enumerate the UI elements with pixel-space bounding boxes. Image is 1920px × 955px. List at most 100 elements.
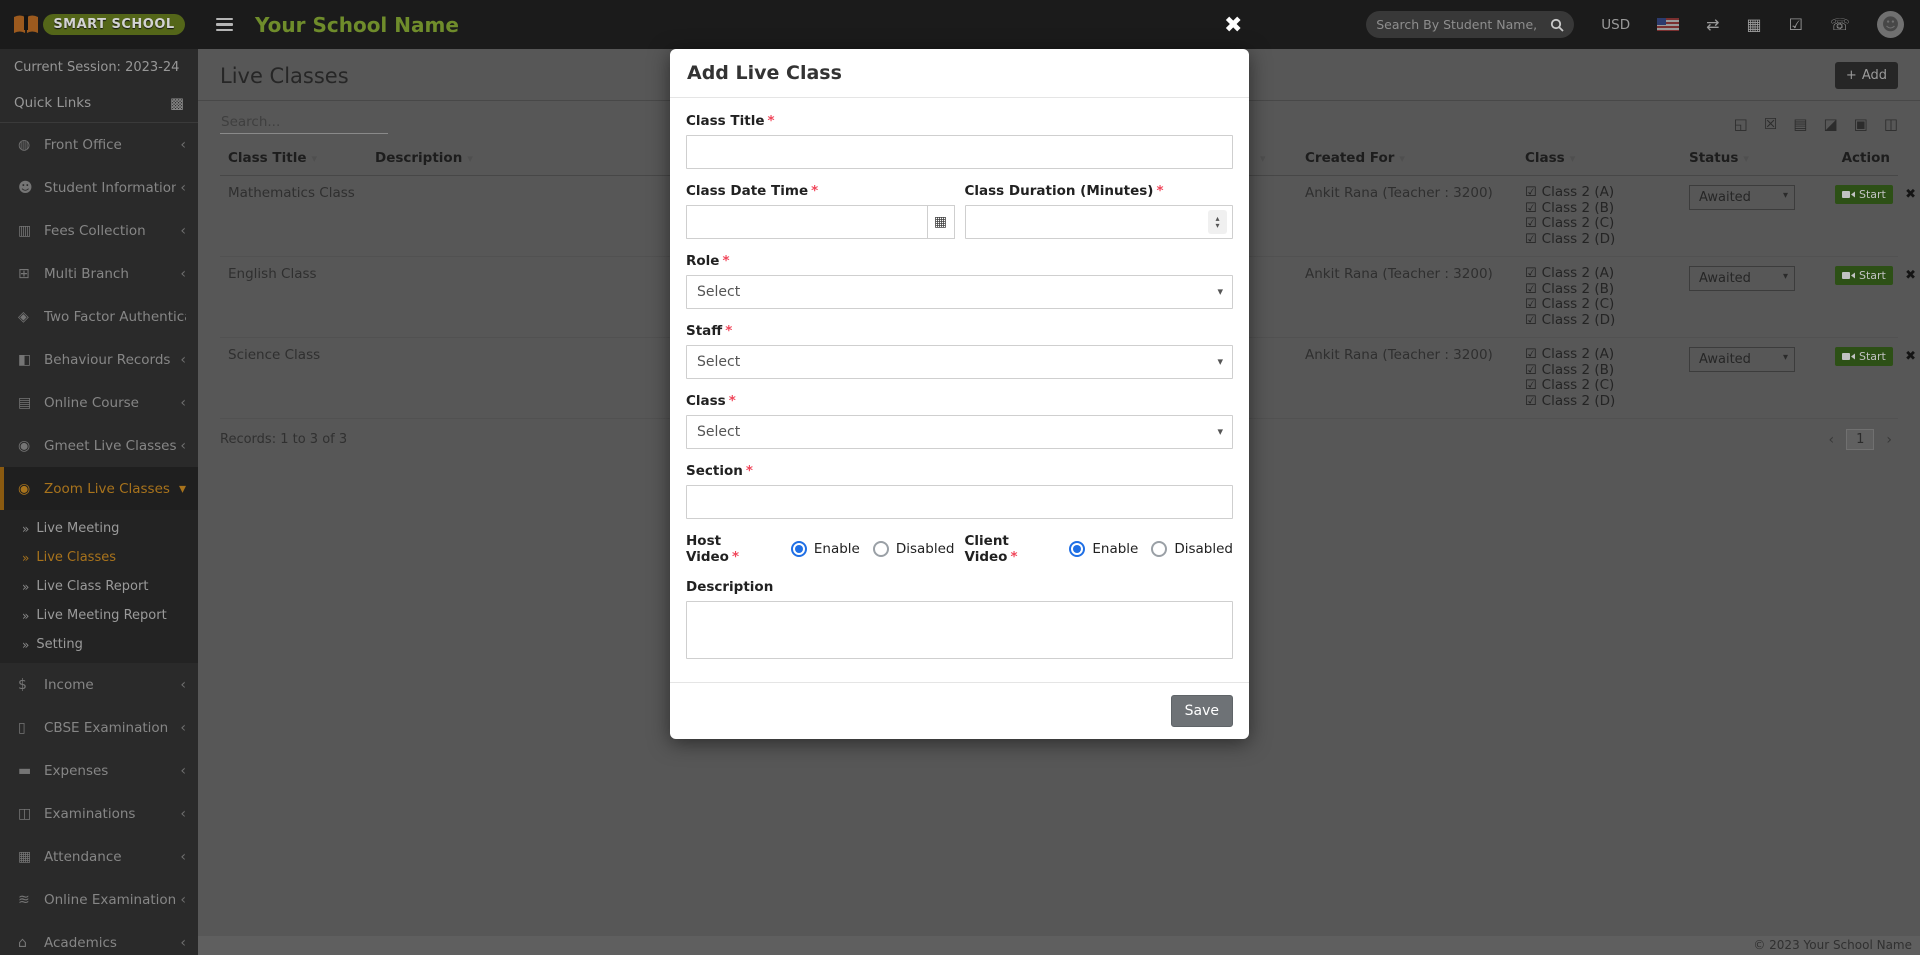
checkbox-checked-icon[interactable]: ☑ bbox=[1525, 201, 1537, 217]
radio-checked-icon[interactable] bbox=[791, 541, 807, 557]
checkbox-checked-icon[interactable]: ☑ bbox=[1525, 232, 1537, 248]
start-button[interactable]: Start bbox=[1835, 185, 1893, 204]
whatsapp-icon[interactable]: ☏ bbox=[1830, 17, 1850, 33]
client-video-disabled-radio[interactable]: Disabled bbox=[1151, 541, 1233, 557]
expenses-icon: ▬ bbox=[18, 763, 44, 779]
grid-icon[interactable]: ▩ bbox=[170, 94, 184, 112]
staff-select[interactable]: Select bbox=[686, 345, 1233, 379]
copy-icon[interactable]: ◱ bbox=[1734, 117, 1748, 132]
client-video-enable-radio[interactable]: Enable bbox=[1069, 541, 1138, 557]
col-status[interactable]: Status▾ bbox=[1681, 142, 1827, 176]
search-icon[interactable] bbox=[1550, 18, 1564, 32]
swap-icon[interactable]: ⇄ bbox=[1706, 17, 1719, 33]
sidebar-item-multi-branch[interactable]: ⊞ Multi Branch ‹ bbox=[0, 252, 198, 295]
checkbox-checked-icon[interactable]: ☑ bbox=[1525, 313, 1537, 329]
next-page-icon[interactable]: › bbox=[1880, 430, 1898, 450]
save-button[interactable]: Save bbox=[1171, 695, 1233, 727]
start-button[interactable]: Start bbox=[1835, 347, 1893, 366]
pdf-icon[interactable]: ◪ bbox=[1823, 117, 1837, 132]
col-created-for[interactable]: Created For▾ bbox=[1297, 142, 1517, 176]
page-number[interactable]: 1 bbox=[1846, 429, 1874, 450]
start-button[interactable]: Start bbox=[1835, 266, 1893, 285]
cell-created-for: Ankit Rana (Teacher : 3200) bbox=[1297, 257, 1517, 338]
sidebar-subitem-live-class-report[interactable]: » Live Class Report bbox=[0, 572, 198, 601]
sidebar-subitem-live-meeting[interactable]: » Live Meeting bbox=[0, 514, 198, 543]
sidebar-item-front-office[interactable]: ◍ Front Office ‹ bbox=[0, 123, 198, 166]
sidebar-item-examinations[interactable]: ◫ Examinations ‹ bbox=[0, 792, 198, 835]
status-select[interactable]: Awaited bbox=[1689, 266, 1795, 291]
print-icon[interactable]: ▣ bbox=[1854, 117, 1868, 132]
add-button[interactable]: + Add bbox=[1835, 62, 1898, 89]
sidebar-item-online-examinations[interactable]: ≋ Online Examinations ‹ bbox=[0, 878, 198, 921]
role-select[interactable]: Select bbox=[686, 275, 1233, 309]
delete-icon[interactable]: ✖ bbox=[1905, 268, 1916, 283]
class-title-input[interactable] bbox=[686, 135, 1233, 169]
sidebar-item-online-course[interactable]: ▤ Online Course ‹ bbox=[0, 381, 198, 424]
radio-unchecked-icon[interactable] bbox=[873, 541, 889, 557]
quick-links[interactable]: Quick Links ▩ bbox=[0, 84, 198, 123]
section-input[interactable] bbox=[686, 485, 1233, 519]
student-search[interactable] bbox=[1366, 11, 1574, 38]
checkbox-checked-icon[interactable]: ☑ bbox=[1525, 297, 1537, 313]
sidebar-item-attendance[interactable]: ▦ Attendance ‹ bbox=[0, 835, 198, 878]
number-spinner[interactable]: ▴▾ bbox=[1208, 210, 1227, 234]
sidebar-item-income[interactable]: $ Income ‹ bbox=[0, 663, 198, 706]
columns-icon[interactable]: ◫ bbox=[1884, 117, 1898, 132]
spinner-down-icon[interactable]: ▾ bbox=[1215, 222, 1219, 229]
sidebar-item-gmeet-live-classes[interactable]: ◉ Gmeet Live Classes ‹ bbox=[0, 424, 198, 467]
student-search-input[interactable] bbox=[1376, 17, 1550, 32]
language-flag-icon[interactable] bbox=[1657, 18, 1679, 31]
class-select[interactable]: Select bbox=[686, 415, 1233, 449]
calendar-icon[interactable]: ▦ bbox=[1747, 17, 1762, 33]
excel-icon[interactable]: ☒ bbox=[1764, 117, 1777, 132]
sidebar-item-zoom-live-classes[interactable]: ◉ Zoom Live Classes ▾ bbox=[0, 467, 198, 510]
radio-unchecked-icon[interactable] bbox=[1151, 541, 1167, 557]
checkbox-checked-icon[interactable]: ☑ bbox=[1525, 216, 1537, 232]
host-video-disabled-radio[interactable]: Disabled bbox=[873, 541, 955, 557]
sidebar-item-academics[interactable]: ⌂ Academics ‹ bbox=[0, 921, 198, 955]
col-class-title[interactable]: Class Title▾ bbox=[220, 142, 367, 176]
col-class[interactable]: Class▾ bbox=[1517, 142, 1681, 176]
sidebar-subitem-live-meeting-report[interactable]: » Live Meeting Report bbox=[0, 601, 198, 630]
prev-page-icon[interactable]: ‹ bbox=[1823, 430, 1841, 450]
cell-classes: ☑Class 2 (A) ☑Class 2 (B) ☑Class 2 (C) ☑… bbox=[1517, 257, 1681, 338]
checkbox-checked-icon[interactable]: ☑ bbox=[1525, 282, 1537, 298]
delete-icon[interactable]: ✖ bbox=[1905, 187, 1916, 202]
host-video-enable-radio[interactable]: Enable bbox=[791, 541, 860, 557]
sidebar-subitem-live-classes[interactable]: » Live Classes bbox=[0, 543, 198, 572]
user-avatar[interactable]: ☻ bbox=[1877, 11, 1904, 38]
sidebar-subitem-setting[interactable]: » Setting bbox=[0, 630, 198, 659]
checkbox-checked-icon[interactable]: ☑ bbox=[1525, 394, 1537, 410]
checkbox-checked-icon[interactable]: ☑ bbox=[1525, 266, 1537, 282]
modal-title: Add Live Class bbox=[687, 62, 842, 84]
table-search[interactable] bbox=[220, 111, 388, 134]
delete-icon[interactable]: ✖ bbox=[1905, 349, 1916, 364]
table-search-input[interactable] bbox=[220, 111, 388, 134]
sidebar-item-expenses[interactable]: ▬ Expenses ‹ bbox=[0, 749, 198, 792]
brand-logo[interactable]: SMART SCHOOL bbox=[0, 0, 198, 49]
checkbox-checked-icon[interactable]: ☑ bbox=[1525, 363, 1537, 379]
todo-icon[interactable]: ☑ bbox=[1789, 17, 1803, 33]
radio-checked-icon[interactable] bbox=[1069, 541, 1085, 557]
class-duration-input[interactable] bbox=[965, 205, 1234, 239]
brand-name: SMART SCHOOL bbox=[43, 14, 184, 35]
checkbox-checked-icon[interactable]: ☑ bbox=[1525, 378, 1537, 394]
sort-caret-icon: ▾ bbox=[1570, 152, 1576, 165]
calendar-icon[interactable]: ▦ bbox=[927, 205, 955, 239]
sidebar-item-two-factor-authentication[interactable]: ◈ Two Factor Authentication bbox=[0, 295, 198, 338]
class-date-time-input[interactable] bbox=[686, 205, 927, 239]
sidebar-item-behaviour-records[interactable]: ◧ Behaviour Records ‹ bbox=[0, 338, 198, 381]
sidebar-item-cbse-examination[interactable]: ▯ CBSE Examination ‹ bbox=[0, 706, 198, 749]
close-icon[interactable]: ✖ bbox=[1224, 15, 1242, 37]
description-textarea[interactable] bbox=[686, 601, 1233, 659]
checkbox-checked-icon[interactable]: ☑ bbox=[1525, 185, 1537, 201]
checkbox-checked-icon[interactable]: ☑ bbox=[1525, 347, 1537, 363]
sidebar-item-fees-collection[interactable]: ▥ Fees Collection ‹ bbox=[0, 209, 198, 252]
status-select[interactable]: Awaited bbox=[1689, 185, 1795, 210]
staff-label: Staff* bbox=[686, 323, 1233, 339]
csv-icon[interactable]: ▤ bbox=[1793, 117, 1807, 132]
currency-selector[interactable]: USD bbox=[1601, 17, 1630, 33]
status-select[interactable]: Awaited bbox=[1689, 347, 1795, 372]
sidebar-item-student-information[interactable]: ☻ Student Information ‹ bbox=[0, 166, 198, 209]
menu-toggle-icon[interactable] bbox=[216, 18, 233, 32]
